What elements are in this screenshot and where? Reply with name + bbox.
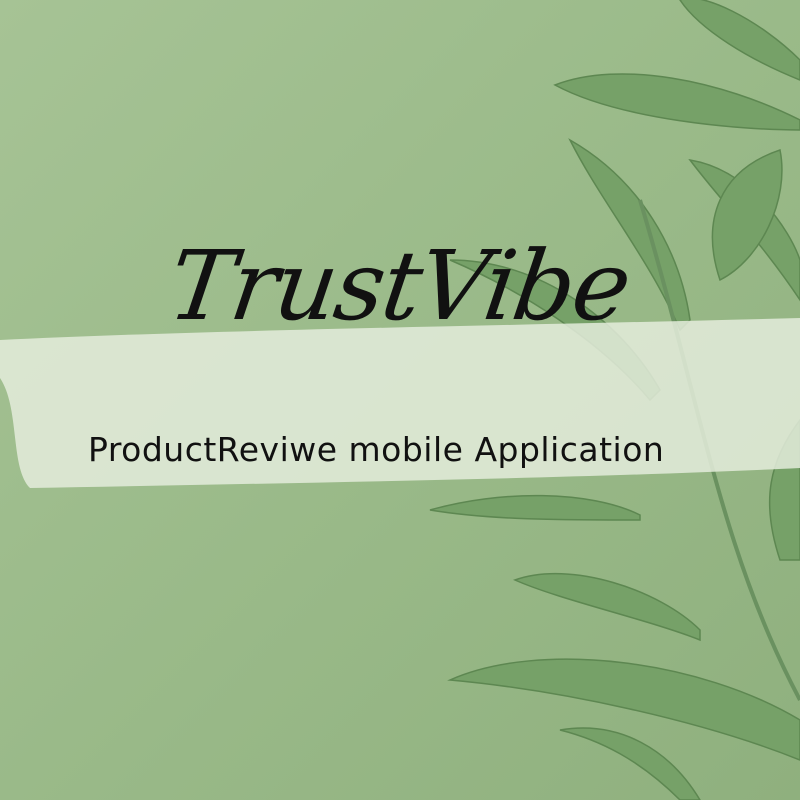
app-subtitle: ProductReviwe mobile Application (88, 430, 665, 469)
app-title: TrustVibe (162, 230, 637, 342)
